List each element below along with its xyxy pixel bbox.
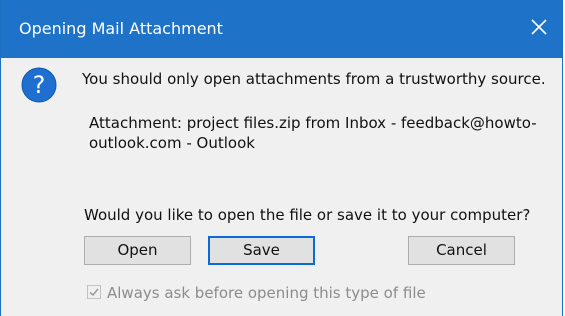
close-icon[interactable] [526,14,552,40]
cancel-button[interactable]: Cancel [408,236,515,265]
question-icon: ? [21,67,57,103]
attachment-details: Attachment: project files.zip from Inbox… [89,114,537,152]
open-button[interactable]: Open [84,236,191,265]
checkmark-icon [89,288,99,297]
warning-message: You should only open attachments from a … [82,70,546,88]
always-ask-label: Always ask before opening this type of f… [107,284,426,302]
always-ask-checkbox[interactable] [87,285,101,299]
save-button[interactable]: Save [208,236,315,265]
title-bar: Opening Mail Attachment [1,0,562,58]
open-or-save-question: Would you like to open the file or save … [84,206,531,224]
dialog-title: Opening Mail Attachment [19,19,223,38]
svg-text:?: ? [33,71,46,99]
opening-mail-attachment-dialog: Opening Mail Attachment ? You should onl… [0,0,563,316]
